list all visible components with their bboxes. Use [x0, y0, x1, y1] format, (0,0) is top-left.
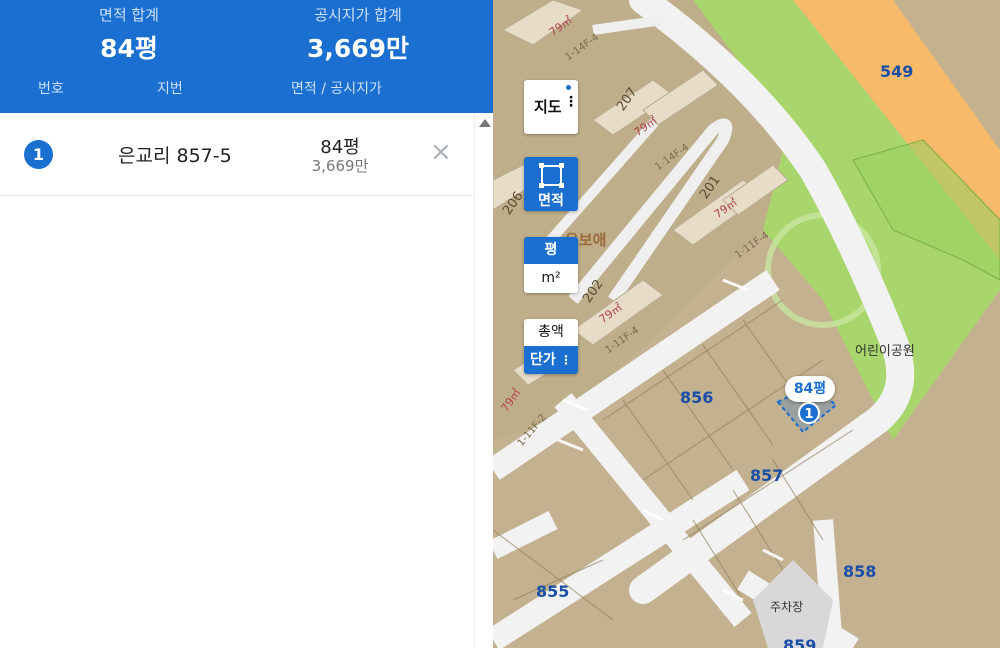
price-unit-button[interactable]: 단가 ⋮	[524, 346, 578, 374]
map-type-label: 지도	[534, 98, 562, 116]
parcel-label-855: 855	[536, 582, 570, 601]
more-vertical-icon: ⋮	[564, 94, 578, 110]
selected-area-bubble[interactable]: 84평	[785, 376, 835, 402]
parcel-panel: 면적 합계 84평 공시지가 합계 3,669만 번호 지번 면적 / 공시지가…	[0, 0, 494, 648]
unit-toggle: 평 m²	[524, 237, 578, 293]
price-total-label: 공시지가 합계	[314, 6, 402, 24]
area-total: 면적 합계 84평	[19, 4, 239, 65]
parcel-row[interactable]: 1 은교리 857-5 84평 3,669만 ×	[0, 113, 473, 196]
remove-row-close-icon[interactable]: ×	[430, 137, 452, 167]
column-number: 번호	[38, 81, 64, 97]
notification-dot-icon	[566, 85, 571, 90]
parcel-label-859: 859	[783, 636, 817, 648]
row-jibun: 은교리 857-5	[118, 145, 232, 167]
unit-m2-button[interactable]: m²	[524, 264, 578, 293]
price-mode-toggle: 총액 단가 ⋮	[524, 319, 578, 374]
row-price: 3,669만	[311, 157, 369, 175]
area-select-icon	[539, 163, 564, 188]
parcel-label-856: 856	[680, 388, 714, 407]
map-type-button[interactable]: 지도 ⋮	[524, 80, 578, 134]
area-measure-button[interactable]: 면적	[524, 157, 578, 211]
selected-parcel-marker[interactable]: 1	[798, 402, 820, 424]
unit-pyeong-button[interactable]: 평	[524, 237, 578, 264]
parcel-label-857: 857	[750, 466, 784, 485]
price-unit-label: 단가	[530, 352, 556, 368]
area-measure-label: 면적	[538, 193, 564, 209]
more-vertical-icon: ⋮	[555, 353, 572, 367]
parcel-label-549: 549	[880, 62, 914, 81]
map-view[interactable]: 549 856 857 858 855 859 어린이공원 주차장 유보애 20…	[493, 0, 1000, 648]
park-label: 어린이공원	[855, 344, 915, 359]
column-jibun: 지번	[157, 81, 183, 97]
area-total-label: 면적 합계	[99, 6, 159, 24]
price-total: 공시지가 합계 3,669만	[248, 4, 468, 65]
scroll-up-arrow-icon[interactable]	[479, 119, 491, 127]
price-total-value: 3,669만	[306, 34, 410, 63]
area-total-value: 84평	[100, 34, 158, 63]
row-number-badge: 1	[24, 140, 53, 169]
summary-header: 면적 합계 84평 공시지가 합계 3,669만 번호 지번 면적 / 공시지가	[0, 0, 493, 113]
parking-label: 주차장	[770, 600, 804, 614]
column-area-price: 면적 / 공시지가	[291, 81, 382, 97]
price-total-button[interactable]: 총액	[524, 319, 578, 346]
parcel-label-858: 858	[843, 562, 877, 581]
scrollbar[interactable]	[474, 113, 494, 648]
parcel-list: 1 은교리 857-5 84평 3,669만 ×	[0, 113, 473, 196]
